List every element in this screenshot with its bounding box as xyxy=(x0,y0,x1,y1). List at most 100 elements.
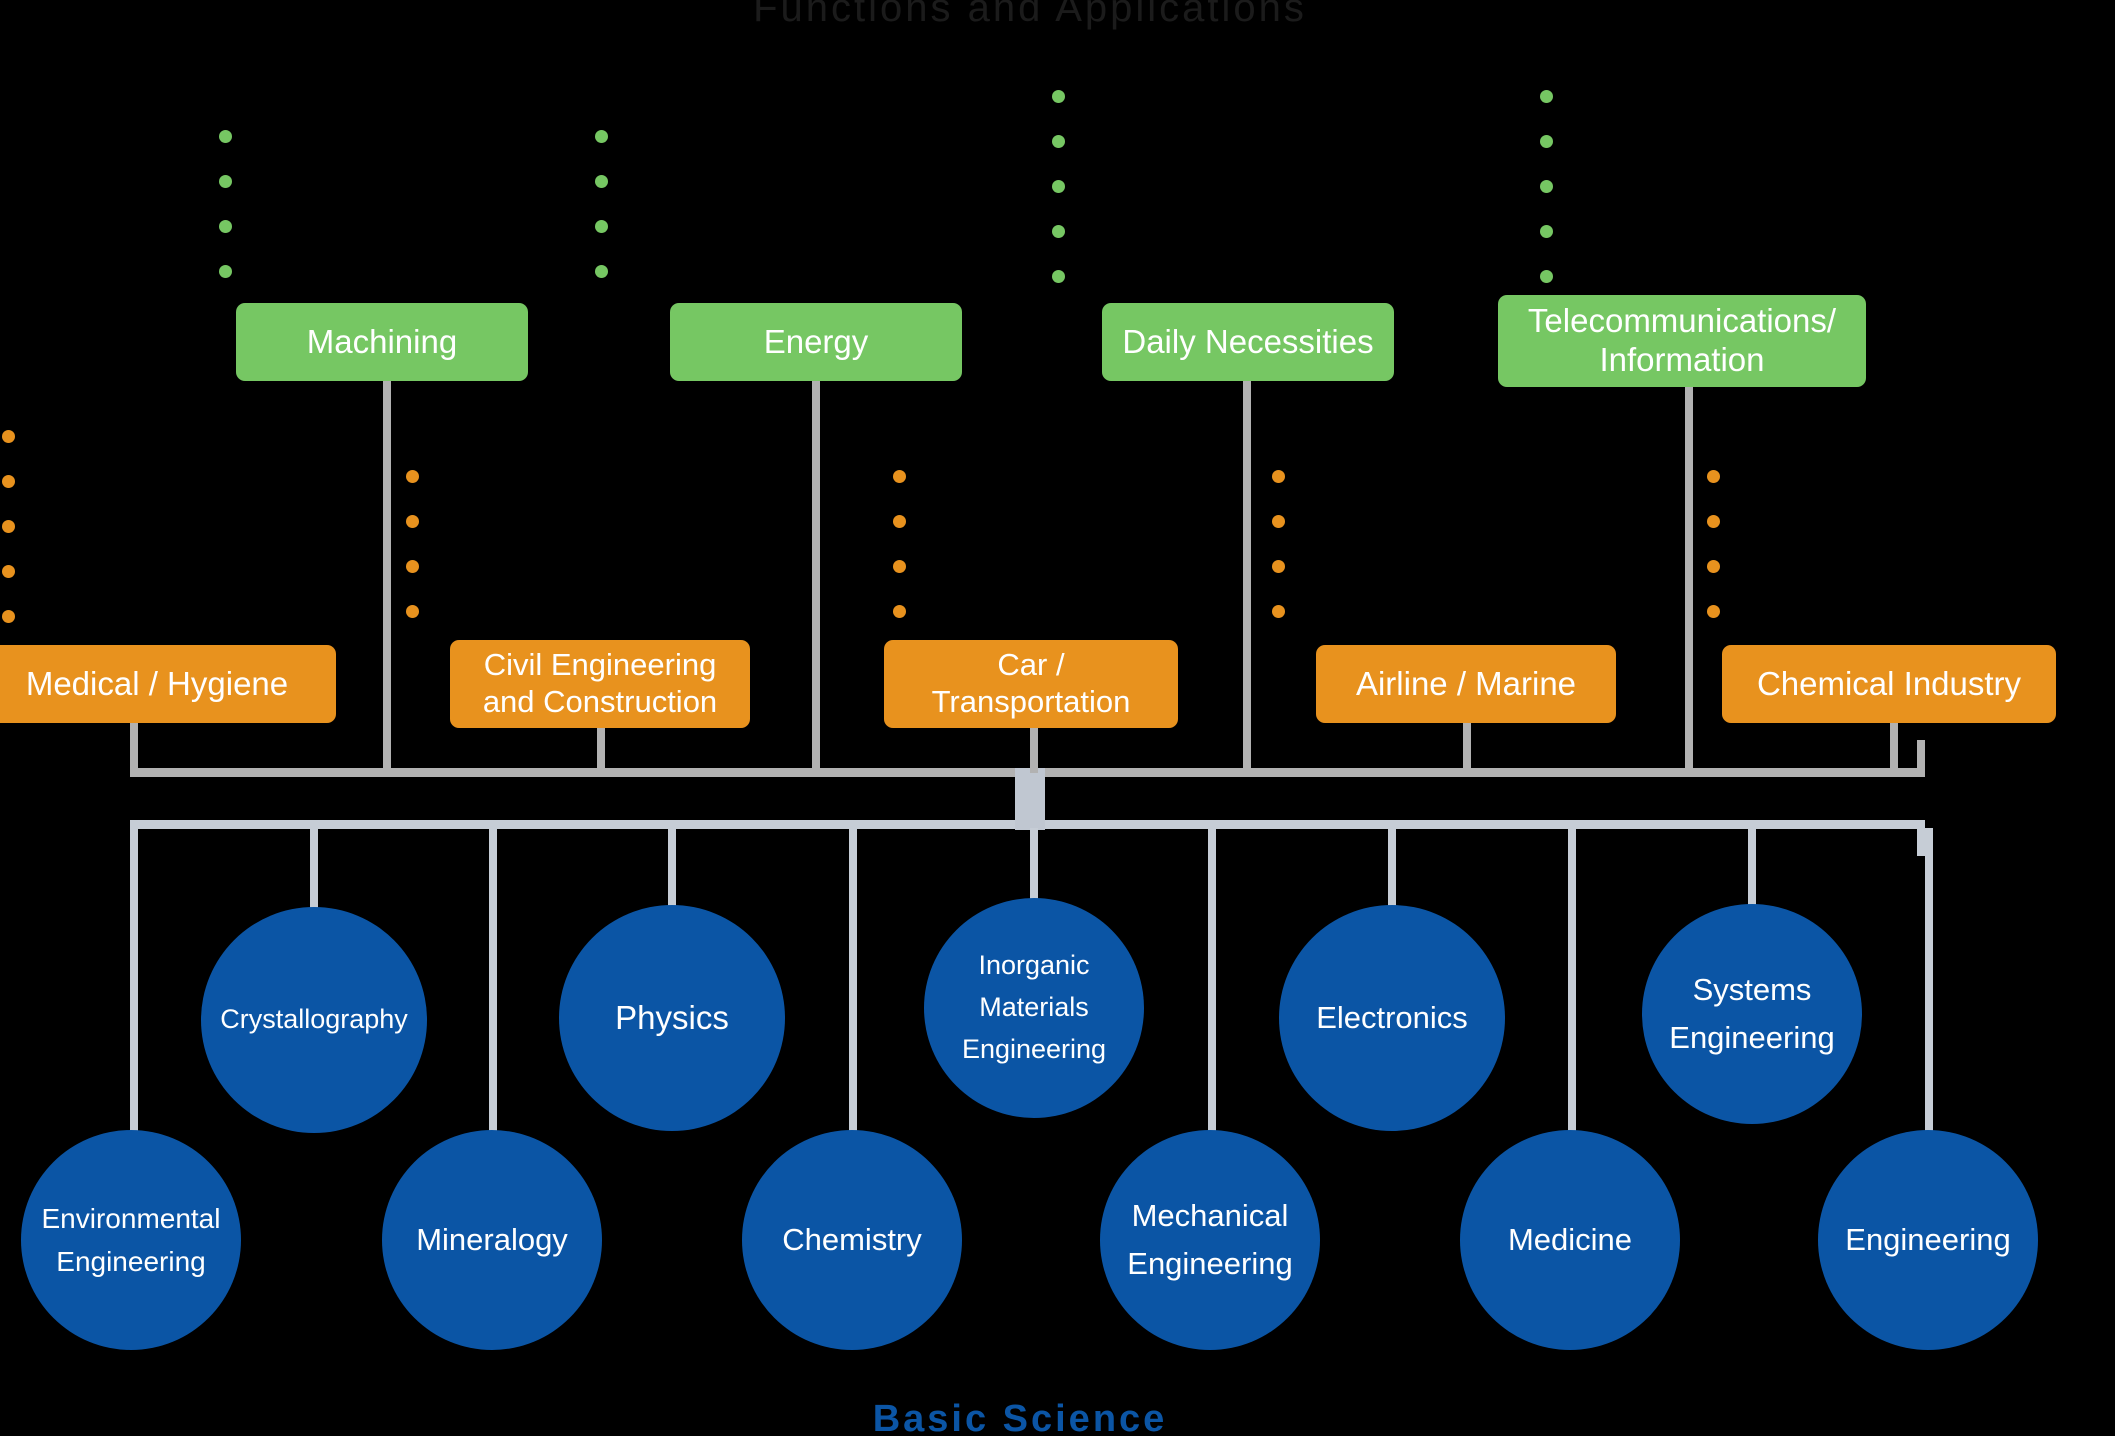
industry-stem xyxy=(130,723,138,773)
discipline-circle[interactable]: Physics xyxy=(559,905,785,1131)
industry-dot xyxy=(406,515,419,528)
application-box-label: Energy xyxy=(763,322,869,360)
application-stem xyxy=(383,381,391,770)
application-box-label: Daily Necessities xyxy=(1122,322,1374,360)
application-dot xyxy=(1540,135,1553,148)
discipline-circle-label: Physics xyxy=(615,999,729,1037)
discipline-circle[interactable]: Mineralogy xyxy=(382,1130,602,1350)
discipline-circle-label: Electronics xyxy=(1316,999,1468,1035)
application-dot xyxy=(1052,135,1065,148)
industry-dot xyxy=(2,565,15,578)
application-dot xyxy=(1052,90,1065,103)
application-box-label: Machining xyxy=(306,322,458,360)
application-box[interactable]: Machining xyxy=(236,303,528,381)
industry-dot xyxy=(2,430,15,443)
discipline-circle-stem xyxy=(1388,828,1396,908)
industry-dot xyxy=(893,605,906,618)
industry-dot xyxy=(1707,605,1720,618)
industry-dot xyxy=(893,560,906,573)
industry-stem xyxy=(1890,723,1898,773)
application-dot xyxy=(1052,180,1065,193)
industry-box[interactable]: Airline / Marine xyxy=(1316,645,1616,723)
application-stem xyxy=(1243,381,1251,770)
application-dot xyxy=(1540,270,1553,283)
application-box-label: Telecommunications/Information xyxy=(1527,302,1837,378)
industry-dot xyxy=(406,605,419,618)
industry-box-label: Civil Engineering and Construction xyxy=(482,647,718,719)
application-stem xyxy=(812,381,820,770)
industry-dot xyxy=(2,475,15,488)
application-dot xyxy=(219,265,232,278)
discipline-circle-stem xyxy=(849,828,857,1132)
discipline-circle-label: Chemistry xyxy=(782,1221,922,1257)
discipline-circle-stem xyxy=(1748,828,1756,906)
center-connector xyxy=(1015,768,1045,830)
industry-box[interactable]: Medical / Hygiene xyxy=(0,645,336,723)
industry-dot xyxy=(406,470,419,483)
discipline-circle[interactable]: Electronics xyxy=(1279,905,1505,1131)
industry-dot xyxy=(893,470,906,483)
discipline-circle-label: Mechanical Engineering xyxy=(1127,1197,1293,1281)
application-dot xyxy=(1052,225,1065,238)
discipline-circle[interactable]: Systems Engineering xyxy=(1642,904,1862,1124)
diagram-canvas: Functions and Applications Machining Ener… xyxy=(0,0,2115,1436)
discipline-circle[interactable]: Mechanical Engineering xyxy=(1100,1130,1320,1350)
discipline-circle-label: Medicine xyxy=(1507,1221,1633,1257)
discipline-circle-label: Crystallography xyxy=(220,1004,408,1035)
application-dot xyxy=(1052,270,1065,283)
industry-dot xyxy=(406,560,419,573)
discipline-circle[interactable]: Environmental Engineering xyxy=(21,1130,241,1350)
industry-box-label: Medical / Hygiene xyxy=(25,664,289,702)
discipline-circle-stem xyxy=(1925,828,1933,1132)
discipline-circle-stem xyxy=(1568,828,1576,1132)
industry-stem xyxy=(597,728,605,773)
discipline-circle-label: Mineralogy xyxy=(416,1221,568,1257)
discipline-circle-stem xyxy=(1030,828,1038,900)
industry-box[interactable]: Chemical Industry xyxy=(1722,645,2056,723)
application-box[interactable]: Energy xyxy=(670,303,962,381)
discipline-circle[interactable]: Crystallography xyxy=(201,907,427,1133)
industry-dot xyxy=(1707,560,1720,573)
application-dot xyxy=(1540,180,1553,193)
industry-dot xyxy=(1272,605,1285,618)
discipline-circle[interactable]: Chemistry xyxy=(742,1130,962,1350)
industry-box-label: Chemical Industry xyxy=(1756,664,2022,702)
discipline-circle-stem xyxy=(489,828,497,1132)
application-dot xyxy=(219,175,232,188)
discipline-circle[interactable]: Inorganic Materials Engineering xyxy=(924,898,1144,1118)
application-dot xyxy=(595,265,608,278)
discipline-circle-stem xyxy=(668,828,676,908)
industry-box[interactable]: Civil Engineering and Construction xyxy=(450,640,750,728)
industry-dot xyxy=(1272,470,1285,483)
application-dot xyxy=(219,130,232,143)
discipline-circle-stem xyxy=(310,828,318,910)
application-dot xyxy=(595,130,608,143)
application-dot xyxy=(1540,225,1553,238)
industry-stem xyxy=(1030,728,1038,773)
application-dot xyxy=(1540,90,1553,103)
application-box[interactable]: Daily Necessities xyxy=(1102,303,1394,381)
discipline-circle[interactable]: Medicine xyxy=(1460,1130,1680,1350)
application-box[interactable]: Telecommunications/Information xyxy=(1498,295,1866,387)
application-dot xyxy=(595,175,608,188)
discipline-circle-stem xyxy=(130,828,138,1134)
industry-dot xyxy=(1707,515,1720,528)
industry-box-label: Car / Transportation xyxy=(931,647,1131,719)
industry-box[interactable]: Car / Transportation xyxy=(884,640,1178,728)
discipline-circle-label: Systems Engineering xyxy=(1669,971,1835,1055)
rail-endcap-lower xyxy=(1917,824,1925,856)
industry-box-label: Airline / Marine xyxy=(1355,664,1577,702)
discipline-circle-label: Environmental Engineering xyxy=(41,1202,221,1277)
industry-dot xyxy=(2,610,15,623)
discipline-circle[interactable]: Engineering xyxy=(1818,1130,2038,1350)
industry-dot xyxy=(1272,560,1285,573)
application-dot xyxy=(595,220,608,233)
bottom-section-title: Basic Science xyxy=(872,1398,1168,1436)
industry-dot xyxy=(893,515,906,528)
discipline-circle-label: Inorganic Materials Engineering xyxy=(961,950,1107,1064)
industry-dot xyxy=(2,520,15,533)
discipline-circle-stem xyxy=(1208,828,1216,1132)
rail-endcap-upper xyxy=(1917,740,1925,772)
industry-dot xyxy=(1707,470,1720,483)
industry-stem xyxy=(1463,723,1471,773)
